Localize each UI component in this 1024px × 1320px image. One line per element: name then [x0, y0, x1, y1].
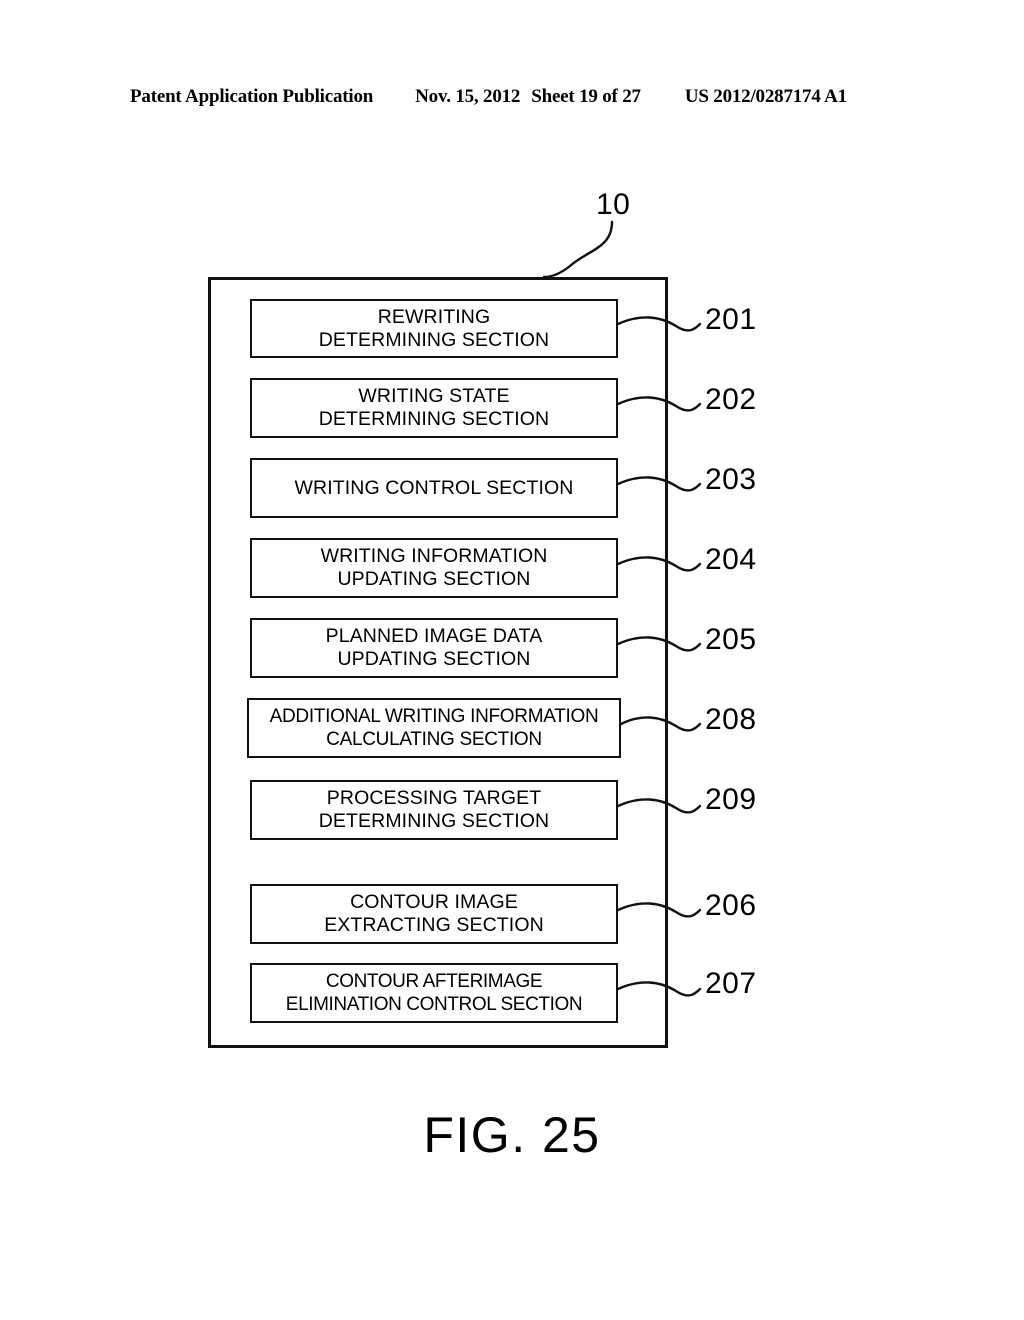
ref-numeral-208: 208: [705, 703, 757, 736]
ref-numeral-206: 206: [705, 889, 757, 922]
block-planned-image-data-updating-section: PLANNED IMAGE DATA UPDATING SECTION: [250, 618, 618, 678]
ref-numeral-203: 203: [705, 463, 757, 496]
block-writing-information-updating-section: WRITING INFORMATION UPDATING SECTION: [250, 538, 618, 598]
block-writing-state-determining-section: WRITING STATE DETERMINING SECTION: [250, 378, 618, 438]
ref-numeral-202: 202: [705, 383, 757, 416]
figure-caption: FIG. 25: [423, 1107, 601, 1163]
block-contour-afterimage-elimination-control-section: CONTOUR AFTERIMAGE ELIMINATION CONTROL S…: [250, 963, 618, 1023]
leader-line-10: [542, 220, 614, 279]
ref-numeral-209: 209: [705, 783, 757, 816]
ref-numeral-207: 207: [705, 967, 757, 1000]
block-rewriting-determining-section: REWRITING DETERMINING SECTION: [250, 299, 618, 358]
ref-numeral-201: 201: [705, 303, 757, 336]
block-contour-image-extracting-section: CONTOUR IMAGE EXTRACTING SECTION: [250, 884, 618, 944]
block-additional-writing-information-calculating-section: ADDITIONAL WRITING INFORMATION CALCULATI…: [247, 698, 621, 758]
ref-numeral-205: 205: [705, 623, 757, 656]
ref-numeral-204: 204: [705, 543, 757, 576]
ref-numeral-10: 10: [596, 188, 631, 221]
block-processing-target-determining-section: PROCESSING TARGET DETERMINING SECTION: [250, 780, 618, 840]
block-writing-control-section: WRITING CONTROL SECTION: [250, 458, 618, 518]
